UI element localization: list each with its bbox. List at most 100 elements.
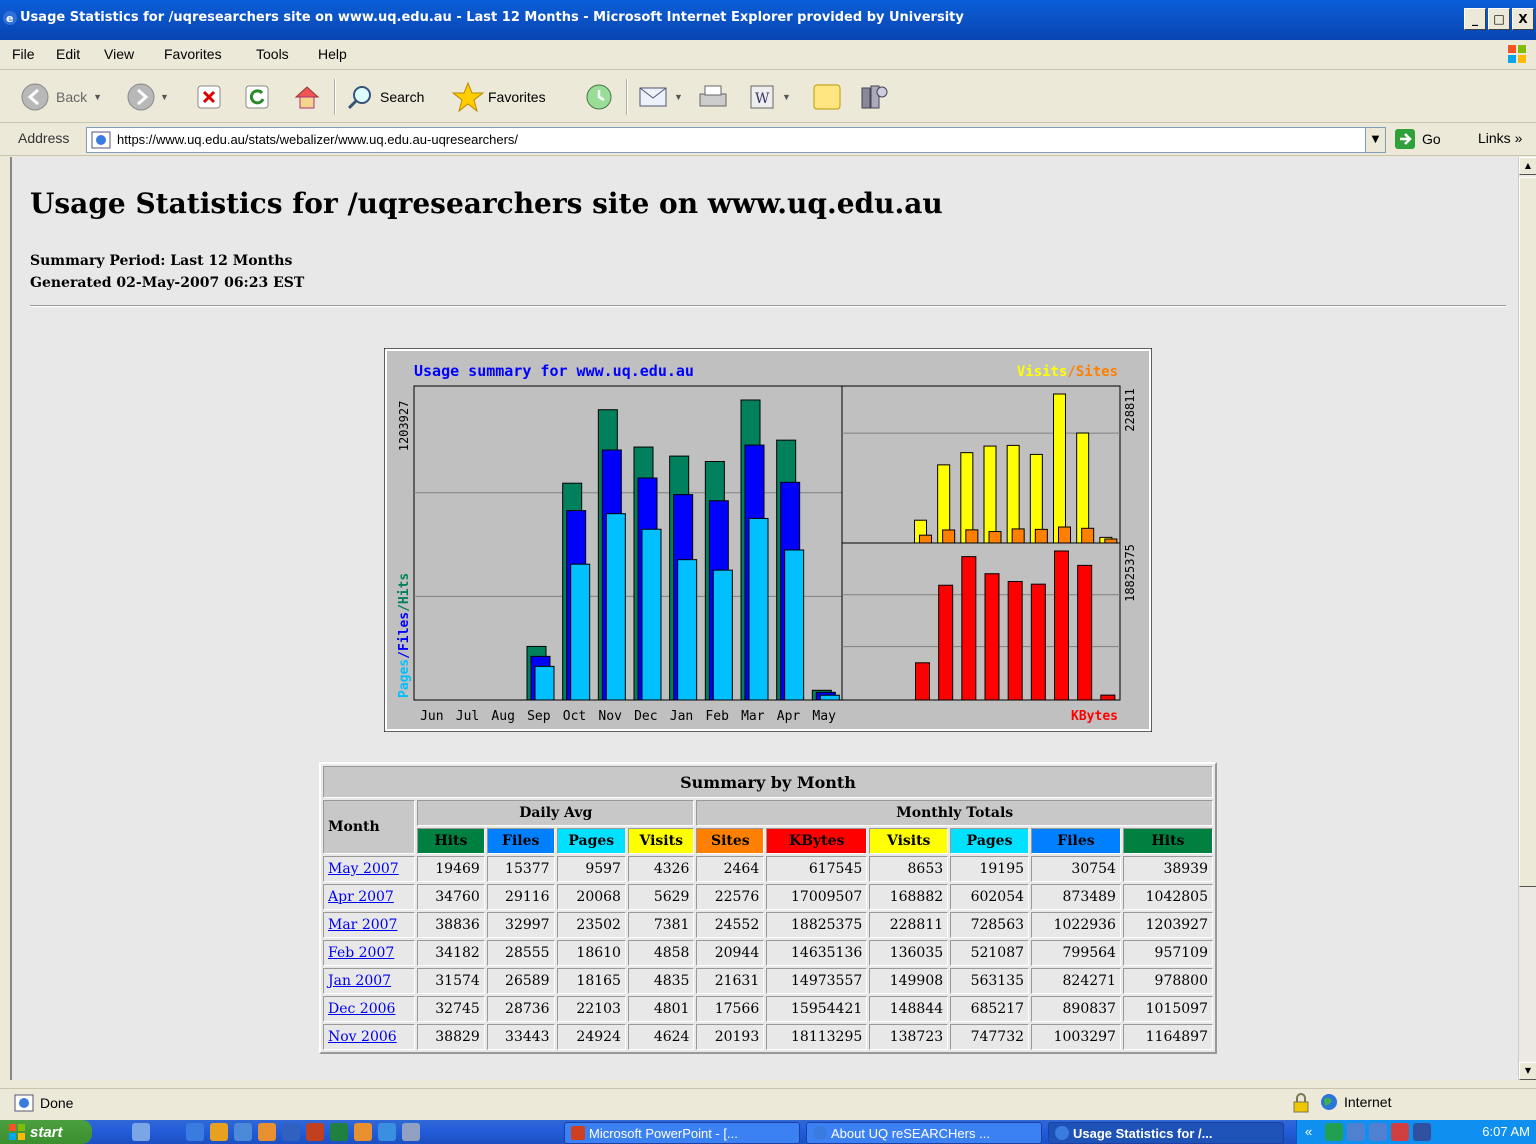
x-tick-label: Jan [670,709,693,724]
forward-button[interactable]: ▼ [126,81,169,113]
edit-button[interactable]: W ▼ [748,81,791,113]
month-link[interactable]: Jan 2007 [328,973,391,989]
table-cell: 18610 [556,940,626,966]
task-label: Usage Statistics for /... [1073,1125,1213,1141]
discuss-icon[interactable] [812,81,844,113]
table-cell: 4624 [627,1024,695,1050]
table-cell: 148844 [869,996,949,1022]
mail-button[interactable]: ▼ [638,81,683,113]
address-dropdown-button[interactable]: ▼ [1365,128,1385,152]
month-link[interactable]: Feb 2007 [328,945,394,961]
search-button[interactable]: Search [346,81,424,113]
bar-sites [942,529,956,544]
month-cell[interactable]: Feb 2007 [323,940,415,966]
task-usage-statistics[interactable]: Usage Statistics for /... [1048,1122,1284,1144]
back-label: Back [56,89,88,105]
history-icon[interactable] [584,81,614,113]
address-input[interactable]: https://www.uq.edu.au/stats/webalizer/ww… [86,127,1386,153]
quick-launch-powerpoint-icon[interactable] [306,1123,324,1141]
month-cell[interactable]: May 2007 [323,856,415,882]
quick-launch-icon[interactable] [378,1123,396,1141]
table-row: Feb 2007 34182 28555 18610 4858 20944 14635136… [323,940,1213,966]
quick-launch-icon[interactable] [210,1123,228,1141]
title-bar[interactable]: e Usage Statistics for /uqresearchers si… [0,0,1536,40]
quick-launch-icon[interactable] [132,1123,150,1141]
col-header-total-hits: Hits [1122,828,1213,854]
back-button[interactable]: Back ▼ [20,81,102,113]
table-cell: 1022936 [1031,912,1121,938]
refresh-icon[interactable] [244,81,270,113]
favorites-button[interactable]: Favorites [452,81,546,113]
month-cell[interactable]: Dec 2006 [323,996,415,1022]
quick-launch-icon[interactable] [402,1123,420,1141]
svg-text:W: W [755,91,770,107]
table-cell: 38829 [417,1024,485,1050]
go-button[interactable]: Go [1394,128,1441,150]
table-cell: 19195 [950,856,1030,882]
task-about-uq[interactable]: About UQ reSEARCHers ... [806,1122,1042,1144]
month-link[interactable]: Dec 2006 [328,1001,395,1017]
vertical-scrollbar[interactable]: ▲ ▼ [1518,157,1536,1080]
menu-file[interactable]: File [12,46,35,62]
bar-pages [605,513,626,701]
table-row: Mar 2007 38836 32997 23502 7381 24552 18825375… [323,912,1213,938]
minimize-button[interactable]: _ [1464,8,1486,30]
tray-icon[interactable] [1325,1123,1343,1141]
tray-expand-icon[interactable]: « [1305,1124,1312,1139]
scroll-thumb[interactable] [1519,177,1536,887]
menu-view[interactable]: View [104,46,134,62]
chart-title: Usage summary for www.uq.edu.au [414,362,694,380]
menu-tools[interactable]: Tools [256,46,289,62]
home-icon[interactable] [292,81,322,113]
quick-launch-excel-icon[interactable] [330,1123,348,1141]
forward-arrow-icon [127,83,155,111]
quick-launch-ie-icon[interactable] [186,1123,204,1141]
quick-launch-outlook-icon[interactable] [258,1123,276,1141]
tray-icon[interactable] [1391,1123,1409,1141]
table-cell: 22103 [556,996,626,1022]
bar-kbytes [915,662,930,701]
maximize-button[interactable]: □ [1488,8,1510,30]
research-icon[interactable] [858,81,890,113]
table-cell: 32745 [417,996,485,1022]
summary-period: Summary Period: Last 12 Months [30,253,293,269]
month-link[interactable]: May 2007 [328,861,399,877]
month-cell[interactable]: Nov 2006 [323,1024,415,1050]
start-button[interactable]: start [0,1120,92,1144]
bar-pages [784,549,805,701]
col-header-total-files: Files [1031,828,1121,854]
tray-icon[interactable] [1413,1123,1431,1141]
month-cell[interactable]: Jan 2007 [323,968,415,994]
month-cell[interactable]: Mar 2007 [323,912,415,938]
chevron-down-icon: ▼ [782,92,791,102]
month-link[interactable]: Apr 2007 [328,889,394,905]
menu-help[interactable]: Help [318,46,347,62]
bar-kbytes [961,556,977,701]
scroll-up-button[interactable]: ▲ [1519,157,1536,175]
scroll-down-button[interactable]: ▼ [1519,1062,1536,1080]
task-powerpoint[interactable]: Microsoft PowerPoint - [... [564,1122,800,1144]
page-icon [91,131,111,149]
table-cell: 8653 [869,856,949,882]
month-link[interactable]: Mar 2007 [328,917,397,933]
y-max-label: 1203927 [397,401,411,452]
quick-launch-icon[interactable] [234,1123,252,1141]
links-button[interactable]: Links » [1478,130,1522,146]
month-link[interactable]: Nov 2006 [328,1029,397,1045]
page-done-icon [14,1094,34,1112]
security-zone[interactable]: Internet [1320,1093,1391,1111]
quick-launch-icon[interactable] [354,1123,372,1141]
quick-launch-word-icon[interactable] [282,1123,300,1141]
tray-network-icon[interactable] [1347,1123,1365,1141]
stop-icon[interactable] [196,81,222,113]
window-title: Usage Statistics for /uqresearchers site… [20,10,964,25]
menu-favorites[interactable]: Favorites [164,46,222,62]
month-cell[interactable]: Apr 2007 [323,884,415,910]
links-label: Links [1478,130,1511,146]
chevron-down-icon: ▼ [674,92,683,102]
close-button[interactable]: X [1512,8,1534,30]
tray-network-icon[interactable] [1369,1123,1387,1141]
table-row: Nov 2006 38829 33443 24924 4624 20193 18113295… [323,1024,1213,1050]
print-icon[interactable] [696,81,730,113]
menu-edit[interactable]: Edit [56,46,80,62]
